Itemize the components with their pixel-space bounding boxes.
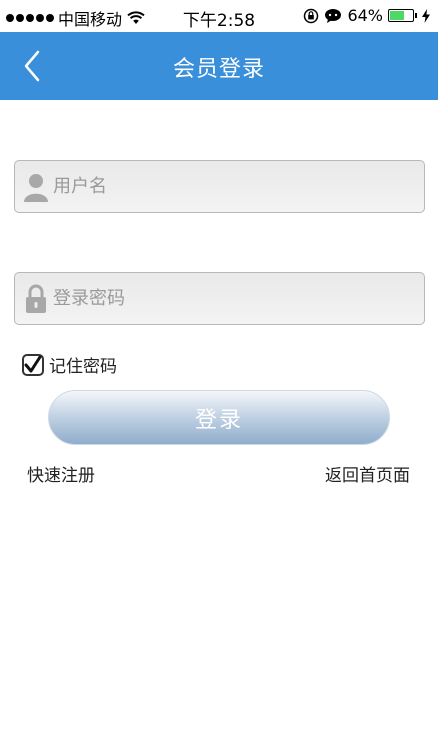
remember-label: 记住密码 [49, 357, 117, 377]
rotation-lock-icon [304, 8, 319, 23]
remember-password-toggle[interactable]: 记住密码 [22, 352, 117, 377]
status-bar: 中国移动 下午2:58 64% [0, 0, 438, 32]
remember-checkbox[interactable] [22, 353, 44, 376]
register-link[interactable]: 快速注册 [27, 461, 95, 486]
username-field[interactable] [14, 160, 425, 213]
page-title: 会员登录 [172, 57, 265, 82]
message-icon [325, 8, 342, 23]
status-right: 64% [303, 6, 430, 25]
nav-bar: 会员登录 [0, 32, 438, 100]
lock-icon [21, 282, 51, 316]
checkmark-icon [24, 355, 42, 372]
password-input[interactable] [51, 288, 424, 309]
battery-icon [388, 9, 417, 22]
password-field[interactable] [14, 272, 425, 325]
user-icon [21, 170, 51, 204]
charging-bolt-icon [422, 8, 430, 23]
login-button[interactable]: 登录 [48, 390, 390, 445]
battery-percent: 64% [347, 6, 383, 25]
username-input[interactable] [51, 176, 424, 197]
return-home-link[interactable]: 返回首页面 [325, 461, 410, 486]
